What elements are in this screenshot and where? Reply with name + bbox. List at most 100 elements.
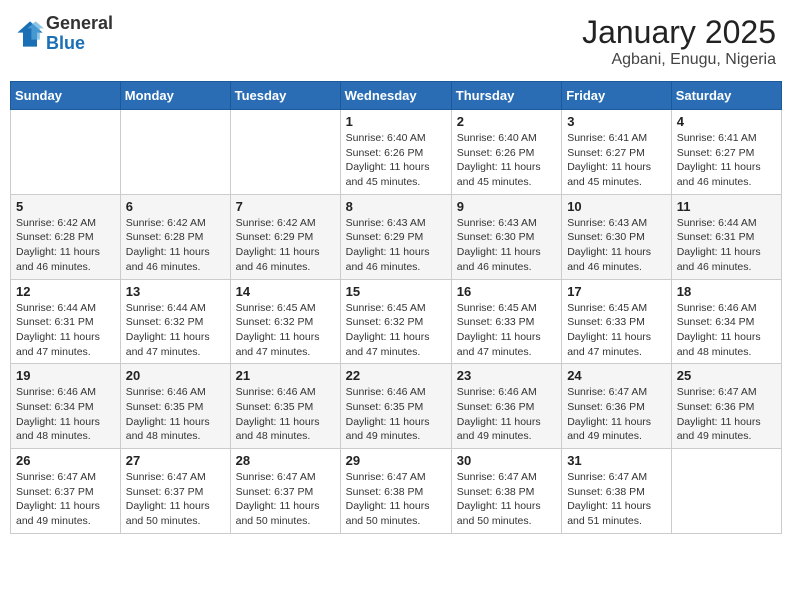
day-info: Sunrise: 6:45 AM Sunset: 6:32 PM Dayligh… xyxy=(346,301,446,360)
day-info: Sunrise: 6:46 AM Sunset: 6:35 PM Dayligh… xyxy=(236,385,335,444)
day-cell: 1 Sunrise: 6:40 AM Sunset: 6:26 PM Daylig… xyxy=(340,110,451,195)
day-number: 14 xyxy=(236,284,335,299)
day-cell: 10Sunrise: 6:43 AM Sunset: 6:30 PM Dayli… xyxy=(562,194,672,279)
day-info: Sunrise: 6:44 AM Sunset: 6:31 PM Dayligh… xyxy=(677,216,776,275)
title-block: January 2025 Agbani, Enugu, Nigeria xyxy=(582,14,776,69)
day-info: Sunrise: 6:47 AM Sunset: 6:37 PM Dayligh… xyxy=(236,470,335,529)
day-info: Sunrise: 6:40 AM Sunset: 6:26 PM Dayligh… xyxy=(457,131,556,190)
day-info: Sunrise: 6:47 AM Sunset: 6:37 PM Dayligh… xyxy=(126,470,225,529)
day-info: Sunrise: 6:45 AM Sunset: 6:33 PM Dayligh… xyxy=(567,301,666,360)
logo: General Blue xyxy=(16,14,113,54)
calendar-table: SundayMondayTuesdayWednesdayThursdayFrid… xyxy=(10,81,782,534)
day-info: Sunrise: 6:41 AM Sunset: 6:27 PM Dayligh… xyxy=(567,131,666,190)
week-row-4: 19Sunrise: 6:46 AM Sunset: 6:34 PM Dayli… xyxy=(11,364,782,449)
day-cell: 15 Sunrise: 6:45 AM Sunset: 6:32 PM Dayli… xyxy=(340,279,451,364)
day-info: Sunrise: 6:45 AM Sunset: 6:33 PM Dayligh… xyxy=(457,301,556,360)
day-info: Sunrise: 6:42 AM Sunset: 6:28 PM Dayligh… xyxy=(16,216,115,275)
day-cell xyxy=(120,110,230,195)
day-info: Sunrise: 6:44 AM Sunset: 6:32 PM Dayligh… xyxy=(126,301,225,360)
day-info: Sunrise: 6:47 AM Sunset: 6:38 PM Dayligh… xyxy=(567,470,666,529)
weekday-header-tuesday: Tuesday xyxy=(230,82,340,110)
day-cell: 11 Sunrise: 6:44 AM Sunset: 6:31 PM Dayli… xyxy=(671,194,781,279)
day-number: 1 xyxy=(346,114,446,129)
day-cell: 6 Sunrise: 6:42 AM Sunset: 6:28 PM Daylig… xyxy=(120,194,230,279)
day-number: 26 xyxy=(16,453,115,468)
day-cell: 17 Sunrise: 6:45 AM Sunset: 6:33 PM Dayli… xyxy=(562,279,672,364)
week-row-1: 1 Sunrise: 6:40 AM Sunset: 6:26 PM Daylig… xyxy=(11,110,782,195)
day-cell: 23 Sunrise: 6:46 AM Sunset: 6:36 PM Dayli… xyxy=(451,364,561,449)
calendar-title: January 2025 xyxy=(582,14,776,51)
day-cell: 9Sunrise: 6:43 AM Sunset: 6:30 PM Daylig… xyxy=(451,194,561,279)
day-number: 25 xyxy=(677,368,776,383)
day-number: 6 xyxy=(126,199,225,214)
weekday-header-row: SundayMondayTuesdayWednesdayThursdayFrid… xyxy=(11,82,782,110)
day-info: Sunrise: 6:40 AM Sunset: 6:26 PM Dayligh… xyxy=(346,131,446,190)
day-info: Sunrise: 6:42 AM Sunset: 6:28 PM Dayligh… xyxy=(126,216,225,275)
day-number: 3 xyxy=(567,114,666,129)
day-info: Sunrise: 6:43 AM Sunset: 6:29 PM Dayligh… xyxy=(346,216,446,275)
day-number: 17 xyxy=(567,284,666,299)
day-cell: 8Sunrise: 6:43 AM Sunset: 6:29 PM Daylig… xyxy=(340,194,451,279)
day-info: Sunrise: 6:46 AM Sunset: 6:36 PM Dayligh… xyxy=(457,385,556,444)
day-info: Sunrise: 6:46 AM Sunset: 6:34 PM Dayligh… xyxy=(677,301,776,360)
day-number: 16 xyxy=(457,284,556,299)
day-number: 28 xyxy=(236,453,335,468)
day-cell xyxy=(11,110,121,195)
day-number: 21 xyxy=(236,368,335,383)
day-info: Sunrise: 6:41 AM Sunset: 6:27 PM Dayligh… xyxy=(677,131,776,190)
day-cell xyxy=(671,449,781,534)
day-info: Sunrise: 6:45 AM Sunset: 6:32 PM Dayligh… xyxy=(236,301,335,360)
day-info: Sunrise: 6:47 AM Sunset: 6:37 PM Dayligh… xyxy=(16,470,115,529)
weekday-header-friday: Friday xyxy=(562,82,672,110)
week-row-5: 26 Sunrise: 6:47 AM Sunset: 6:37 PM Dayli… xyxy=(11,449,782,534)
day-cell: 26 Sunrise: 6:47 AM Sunset: 6:37 PM Dayli… xyxy=(11,449,121,534)
day-info: Sunrise: 6:47 AM Sunset: 6:36 PM Dayligh… xyxy=(567,385,666,444)
day-cell: 24Sunrise: 6:47 AM Sunset: 6:36 PM Dayli… xyxy=(562,364,672,449)
day-cell xyxy=(230,110,340,195)
day-cell: 28 Sunrise: 6:47 AM Sunset: 6:37 PM Dayli… xyxy=(230,449,340,534)
logo-icon xyxy=(16,20,44,48)
page-header: General Blue January 2025 Agbani, Enugu,… xyxy=(10,10,782,73)
day-number: 11 xyxy=(677,199,776,214)
day-cell: 13Sunrise: 6:44 AM Sunset: 6:32 PM Dayli… xyxy=(120,279,230,364)
day-number: 18 xyxy=(677,284,776,299)
weekday-header-saturday: Saturday xyxy=(671,82,781,110)
day-info: Sunrise: 6:46 AM Sunset: 6:35 PM Dayligh… xyxy=(346,385,446,444)
calendar-body: 1 Sunrise: 6:40 AM Sunset: 6:26 PM Daylig… xyxy=(11,110,782,534)
day-number: 5 xyxy=(16,199,115,214)
logo-general: General xyxy=(46,14,113,34)
weekday-header-thursday: Thursday xyxy=(451,82,561,110)
weekday-header-wednesday: Wednesday xyxy=(340,82,451,110)
logo-text: General Blue xyxy=(46,14,113,54)
day-cell: 19Sunrise: 6:46 AM Sunset: 6:34 PM Dayli… xyxy=(11,364,121,449)
weekday-header-sunday: Sunday xyxy=(11,82,121,110)
day-number: 12 xyxy=(16,284,115,299)
day-info: Sunrise: 6:42 AM Sunset: 6:29 PM Dayligh… xyxy=(236,216,335,275)
day-number: 27 xyxy=(126,453,225,468)
day-number: 10 xyxy=(567,199,666,214)
day-cell: 22 Sunrise: 6:46 AM Sunset: 6:35 PM Dayli… xyxy=(340,364,451,449)
logo-blue: Blue xyxy=(46,34,113,54)
day-cell: 16 Sunrise: 6:45 AM Sunset: 6:33 PM Dayli… xyxy=(451,279,561,364)
day-number: 9 xyxy=(457,199,556,214)
day-cell: 2 Sunrise: 6:40 AM Sunset: 6:26 PM Daylig… xyxy=(451,110,561,195)
day-number: 2 xyxy=(457,114,556,129)
day-number: 7 xyxy=(236,199,335,214)
calendar-subtitle: Agbani, Enugu, Nigeria xyxy=(582,51,776,69)
day-info: Sunrise: 6:47 AM Sunset: 6:38 PM Dayligh… xyxy=(346,470,446,529)
weekday-header-monday: Monday xyxy=(120,82,230,110)
day-cell: 31 Sunrise: 6:47 AM Sunset: 6:38 PM Dayli… xyxy=(562,449,672,534)
day-cell: 4Sunrise: 6:41 AM Sunset: 6:27 PM Daylig… xyxy=(671,110,781,195)
day-cell: 3 Sunrise: 6:41 AM Sunset: 6:27 PM Daylig… xyxy=(562,110,672,195)
day-number: 23 xyxy=(457,368,556,383)
day-info: Sunrise: 6:46 AM Sunset: 6:35 PM Dayligh… xyxy=(126,385,225,444)
day-number: 29 xyxy=(346,453,446,468)
day-number: 19 xyxy=(16,368,115,383)
day-number: 15 xyxy=(346,284,446,299)
day-number: 30 xyxy=(457,453,556,468)
day-number: 22 xyxy=(346,368,446,383)
day-cell: 7 Sunrise: 6:42 AM Sunset: 6:29 PM Daylig… xyxy=(230,194,340,279)
day-cell: 21 Sunrise: 6:46 AM Sunset: 6:35 PM Dayli… xyxy=(230,364,340,449)
day-number: 31 xyxy=(567,453,666,468)
day-cell: 25Sunrise: 6:47 AM Sunset: 6:36 PM Dayli… xyxy=(671,364,781,449)
